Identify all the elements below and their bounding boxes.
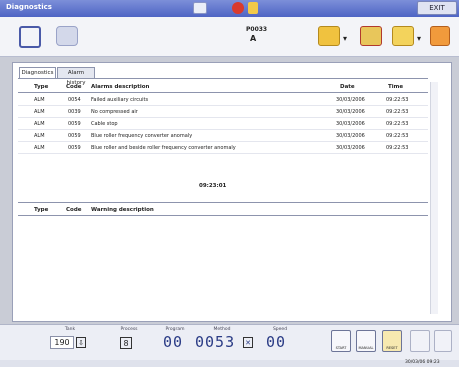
toolbar-center-sub: A	[250, 34, 257, 43]
cell-description: Failed auxiliary circuits	[91, 97, 149, 103]
dropdown-arrow-icon[interactable]: ▾	[343, 34, 347, 43]
cell-time: 09:22:53	[386, 97, 409, 103]
scrollbar[interactable]	[430, 82, 438, 314]
manual-label: MANUAL	[358, 346, 374, 350]
tab-alarm-history[interactable]: Alarm history	[57, 67, 95, 86]
cell-type: ALM	[34, 121, 45, 127]
cell-type: ALM	[34, 145, 45, 151]
cell-date: 30/03/2006	[336, 109, 365, 115]
cell-code: 0039	[68, 109, 81, 115]
speed-value: 00	[266, 333, 287, 351]
cell-code: 0054	[68, 97, 81, 103]
header-description: Alarms description	[91, 84, 150, 90]
footer	[0, 360, 459, 367]
cell-date: 30/03/2006	[336, 133, 365, 139]
clipboard-icon[interactable]	[318, 26, 340, 46]
start-label: START	[335, 346, 347, 350]
stop-icon[interactable]	[430, 26, 450, 46]
table-row[interactable]: ALM 0059 Blue roller and beside roller f…	[18, 143, 428, 154]
cell-description: Blue roller and beside roller frequency …	[91, 145, 236, 151]
cell-type: ALM	[34, 109, 45, 115]
header-type: Type	[34, 207, 49, 213]
cell-description: Cable stop	[91, 121, 118, 127]
tools-icon[interactable]	[56, 26, 78, 46]
cell-time: 09:22:53	[386, 145, 409, 151]
toolbar-center-label: P0033	[246, 26, 268, 33]
program-value: 00	[163, 333, 184, 351]
divider	[18, 202, 428, 203]
warnings-header: Type Code Warning description	[18, 204, 428, 216]
method-label: Method	[213, 327, 231, 332]
cell-type: ALM	[34, 133, 45, 139]
window-title: Diagnostics	[6, 3, 52, 11]
table-row[interactable]: ALM 0059 Blue roller frequency converter…	[18, 131, 428, 142]
header-code: Code	[66, 84, 82, 90]
title-bar	[0, 0, 459, 17]
program-label: Program	[165, 327, 185, 332]
tank-down-icon[interactable]: ⇩	[76, 337, 86, 348]
error-icon[interactable]	[232, 2, 244, 14]
warning-icon[interactable]	[248, 2, 258, 14]
reset-button[interactable]: RESET	[382, 330, 402, 352]
cell-date: 30/03/2006	[336, 97, 365, 103]
table-row[interactable]: ALM 0059 Cable stop 30/03/2006 09:22:53	[18, 119, 428, 130]
tank-value: 190	[50, 336, 74, 349]
cell-date: 30/03/2006	[336, 121, 365, 127]
alarms-header: Type Code Alarms description Date Time	[18, 81, 428, 93]
method-clear-icon[interactable]: ✕	[243, 337, 253, 348]
alarm-icon[interactable]	[360, 26, 382, 46]
footer-datetime: 30/03/06 09:23	[405, 360, 440, 365]
table-row[interactable]: ALM 0054 Failed auxiliary circuits 30/03…	[18, 95, 428, 106]
divider	[18, 78, 428, 79]
header-code: Code	[66, 207, 82, 213]
mail-icon[interactable]	[193, 2, 207, 14]
cell-time: 09:22:53	[386, 133, 409, 139]
header-date: Date	[340, 84, 355, 90]
speed-label: Speed	[272, 327, 288, 332]
exit-button[interactable]: EXIT	[417, 1, 457, 15]
reset-label: RESET	[386, 346, 398, 350]
center-time: 09:23:01	[199, 183, 227, 189]
manual-button[interactable]: MANUAL	[356, 330, 376, 352]
cell-date: 30/03/2006	[336, 145, 365, 151]
header-time: Time	[388, 84, 404, 90]
cell-code: 0059	[68, 121, 81, 127]
cell-time: 09:22:53	[386, 109, 409, 115]
disabled-button[interactable]	[410, 330, 430, 352]
disabled-button[interactable]	[434, 330, 452, 352]
warning-list-icon[interactable]	[392, 26, 414, 46]
process-label: Process	[120, 327, 138, 332]
dropdown-arrow-icon[interactable]: ▾	[417, 34, 421, 43]
start-button[interactable]: START	[331, 330, 351, 352]
header-description: Warning description	[91, 207, 154, 213]
cell-time: 09:22:53	[386, 121, 409, 127]
tab-diagnostics[interactable]: Diagnostics	[19, 67, 56, 78]
cell-type: ALM	[34, 97, 45, 103]
cell-code: 0059	[68, 133, 81, 139]
cell-description: No compressed air	[91, 109, 138, 115]
method-value: 0053	[195, 333, 236, 351]
tank-label: Tank	[64, 327, 76, 332]
table-row[interactable]: ALM 0039 No compressed air 30/03/2006 09…	[18, 107, 428, 118]
cell-code: 0059	[68, 145, 81, 151]
cell-description: Blue roller frequency converter anomaly	[91, 133, 193, 139]
process-value: 8	[120, 337, 132, 349]
window-icon[interactable]	[19, 26, 41, 48]
header-type: Type	[34, 84, 49, 90]
